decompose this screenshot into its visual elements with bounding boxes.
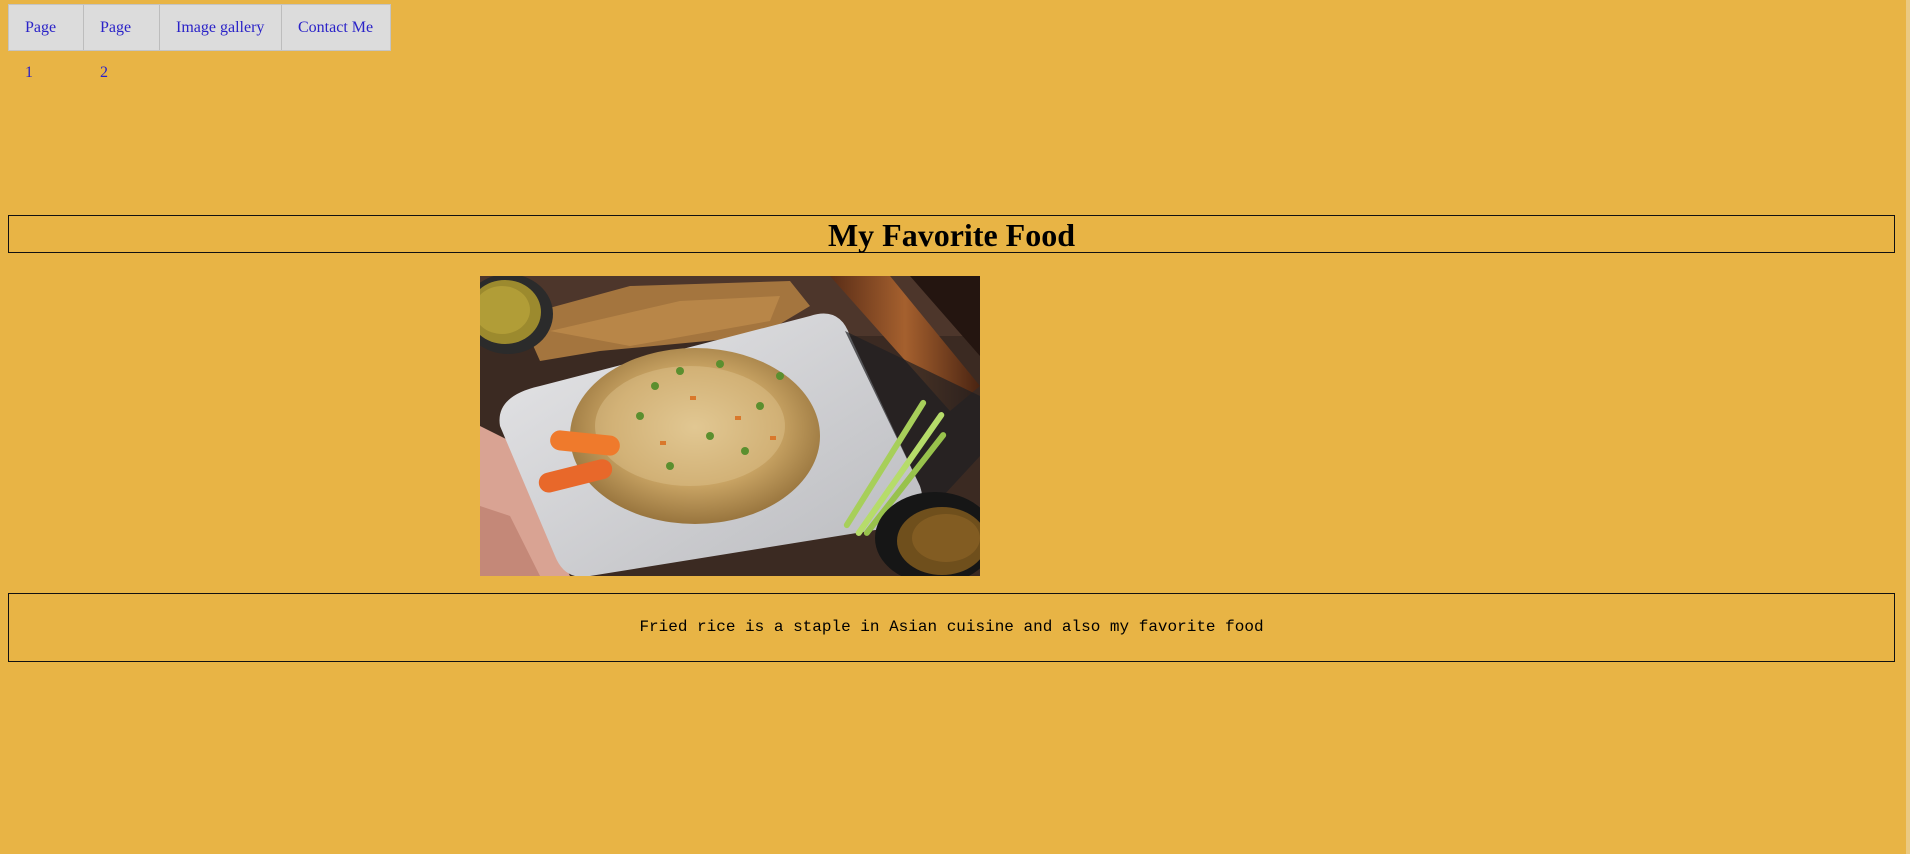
- top-navigation: Page 1 Page 2 Image gallery Contact Me: [8, 4, 391, 81]
- food-photo: [480, 276, 980, 576]
- page-scrollbar[interactable]: [1906, 0, 1910, 854]
- nav-link-contact-me[interactable]: Contact Me: [282, 5, 390, 50]
- nav-link-page-1[interactable]: Page 1: [9, 5, 84, 81]
- caption-box: Fried rice is a staple in Asian cuisine …: [8, 593, 1895, 662]
- fried-rice-image: [480, 276, 980, 576]
- nav-link-image-gallery[interactable]: Image gallery: [160, 5, 282, 50]
- nav-link-page-2[interactable]: Page 2: [84, 5, 160, 81]
- page-title: My Favorite Food: [827, 217, 1076, 253]
- title-box: My Favorite Food: [8, 215, 1895, 253]
- food-caption: Fried rice is a staple in Asian cuisine …: [639, 618, 1264, 636]
